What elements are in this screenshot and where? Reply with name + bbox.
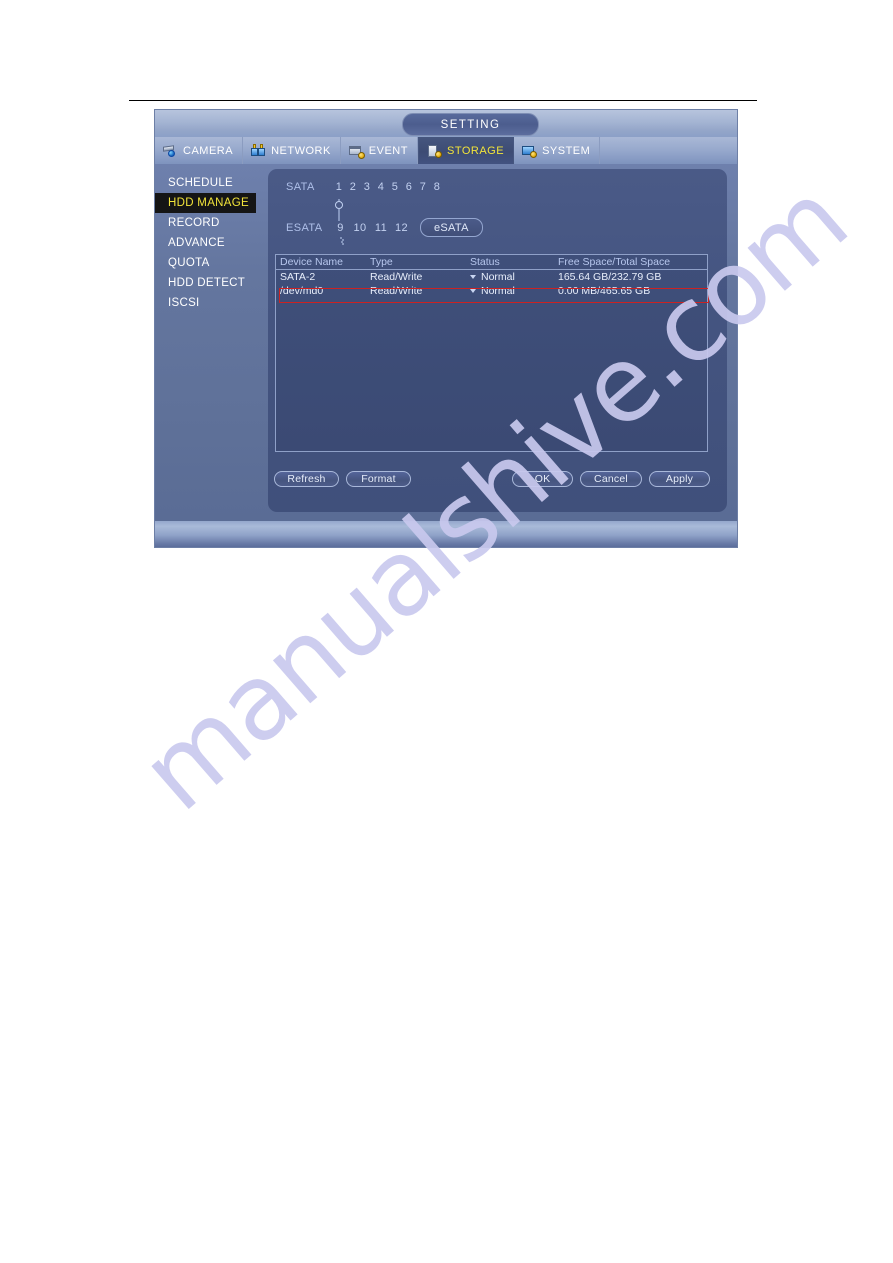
ok-button[interactable]: OK xyxy=(512,471,573,487)
dialog-footer-strip xyxy=(155,521,737,547)
setting-dialog: SETTING CAMERA NETWORK EVENT STORAGE SYS… xyxy=(155,110,737,547)
column-header-space: Free Space/Total Space xyxy=(558,256,671,268)
table-row[interactable]: /dev/md0 Read/Write Normal 0.00 MB/465.6… xyxy=(276,284,707,298)
table-row[interactable]: SATA-2 Read/Write Normal 165.64 GB/232.7… xyxy=(276,270,707,284)
dialog-body: SCHEDULE HDD MANAGE RECORD ADVANCE QUOTA… xyxy=(155,164,737,521)
sidebar-item-iscsi[interactable]: ISCSI xyxy=(155,293,267,313)
bay-number[interactable]: 2 xyxy=(346,181,360,193)
column-header-status: Status xyxy=(470,256,500,268)
bay-present-indicator xyxy=(332,201,346,209)
sidebar-item-hdd-manage[interactable]: HDD MANAGE xyxy=(155,193,256,213)
tab-storage-label: STORAGE xyxy=(446,144,505,157)
cell-status-label: Normal xyxy=(481,285,515,297)
sidebar-item-hdd-detect[interactable]: HDD DETECT xyxy=(155,273,267,293)
event-icon xyxy=(348,144,365,159)
hdd-manage-panel: SATA 12345678 ESATA 9 10 11 12 eSATA Device xyxy=(268,169,727,512)
sata-label: SATA xyxy=(286,181,315,193)
sidebar-item-quota[interactable]: QUOTA xyxy=(155,253,267,273)
tab-event[interactable]: EVENT xyxy=(341,137,418,164)
esata-label: ESATA xyxy=(286,221,323,234)
bay-number[interactable]: 5 xyxy=(388,181,402,193)
sata-bay-row: SATA 12345678 xyxy=(286,181,444,193)
sidebar-item-schedule[interactable]: SCHEDULE xyxy=(155,173,267,193)
esata-bay-numbers: 9 10 11 12 xyxy=(332,222,412,234)
sidebar-item-advance[interactable]: ADVANCE xyxy=(155,233,267,253)
dialog-title-bar: SETTING xyxy=(155,110,737,137)
esata-button[interactable]: eSATA xyxy=(420,218,483,237)
tab-storage[interactable]: STORAGE xyxy=(417,137,515,164)
cell-status[interactable]: Normal xyxy=(470,284,558,298)
column-header-device-name: Device Name xyxy=(280,256,344,268)
bay-empty-indicator xyxy=(332,243,353,245)
tab-network-label: NETWORK xyxy=(271,144,331,157)
table-header-row: Device Name Type Status Free Space/Total… xyxy=(276,255,707,270)
sidebar-item-record[interactable]: RECORD xyxy=(155,213,267,233)
tab-camera-label: CAMERA xyxy=(183,144,234,157)
tab-system[interactable]: SYSTEM xyxy=(514,137,601,164)
bay-number[interactable]: 11 xyxy=(371,222,391,234)
bay-number[interactable]: 4 xyxy=(374,181,388,193)
main-tab-bar: CAMERA NETWORK EVENT STORAGE SYSTEM xyxy=(155,137,737,164)
bay-number[interactable]: 10 xyxy=(349,222,371,234)
cell-space: 165.64 GB/232.79 GB xyxy=(558,271,662,283)
cell-type: Read/Write xyxy=(370,285,423,297)
bay-number[interactable]: 3 xyxy=(360,181,374,193)
cell-status[interactable]: Normal xyxy=(470,270,558,284)
sata-bay-numbers: 12345678 xyxy=(332,181,444,193)
cell-status-label: Normal xyxy=(481,271,515,283)
esata-status-indicators xyxy=(286,237,354,245)
camera-icon xyxy=(163,144,178,158)
bay-number[interactable]: 7 xyxy=(416,181,430,193)
column-header-type: Type xyxy=(370,256,393,268)
page-header-rule xyxy=(129,100,757,101)
cancel-button[interactable]: Cancel xyxy=(580,471,642,487)
settings-sidebar: SCHEDULE HDD MANAGE RECORD ADVANCE QUOTA… xyxy=(155,164,267,521)
cell-space: 0.00 MB/465.65 GB xyxy=(558,285,651,297)
apply-button[interactable]: Apply xyxy=(649,471,710,487)
bay-number[interactable]: 12 xyxy=(391,222,412,234)
network-icon xyxy=(251,143,266,158)
bay-number[interactable]: 6 xyxy=(402,181,416,193)
tab-camera[interactable]: CAMERA xyxy=(155,137,244,164)
tab-event-label: EVENT xyxy=(368,144,408,157)
cell-type: Read/Write xyxy=(370,271,423,283)
bay-number[interactable]: 8 xyxy=(430,181,444,193)
chevron-down-icon xyxy=(470,289,476,293)
format-button[interactable]: Format xyxy=(346,471,411,487)
bay-number[interactable]: 1 xyxy=(332,181,346,193)
refresh-button[interactable]: Refresh xyxy=(274,471,339,487)
cell-device-name: SATA-2 xyxy=(280,271,316,283)
dialog-title: SETTING xyxy=(402,113,539,136)
storage-icon xyxy=(427,144,442,158)
system-icon xyxy=(522,144,538,158)
tab-system-label: SYSTEM xyxy=(542,144,591,157)
tab-network[interactable]: NETWORK xyxy=(243,137,341,164)
cell-device-name: /dev/md0 xyxy=(280,285,324,297)
hdd-table: Device Name Type Status Free Space/Total… xyxy=(275,254,708,452)
esata-bay-row: ESATA 9 10 11 12 eSATA xyxy=(286,218,483,237)
bay-number[interactable]: 9 xyxy=(332,222,349,234)
chevron-down-icon xyxy=(470,275,476,279)
